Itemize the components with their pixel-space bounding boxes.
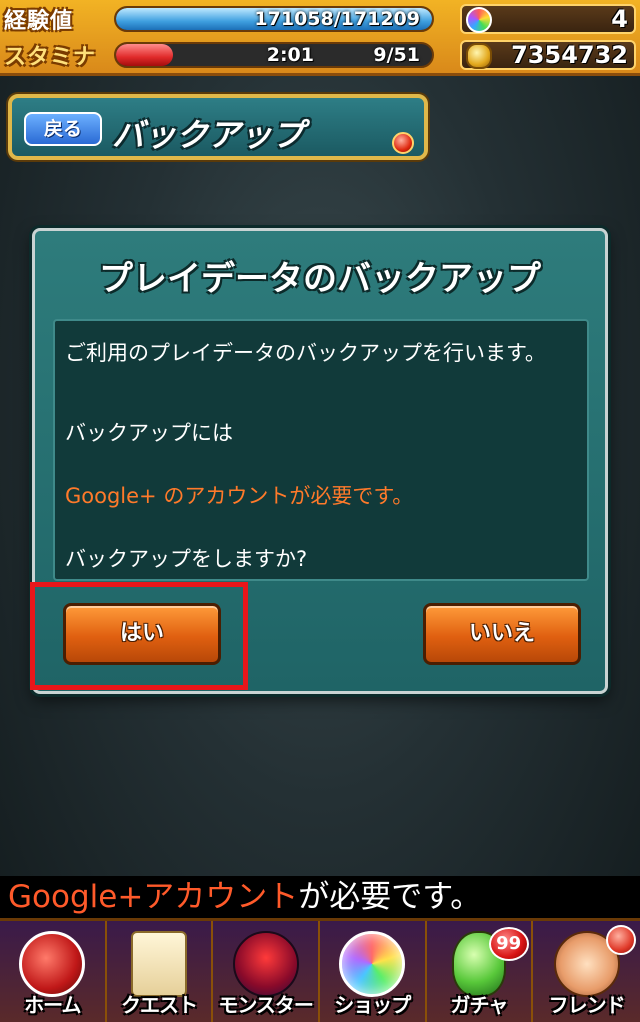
tab-friend[interactable]: フレンド — [533, 921, 640, 1022]
tab-quest[interactable]: クエスト — [106, 921, 214, 1022]
stamina-label: スタミナ — [4, 45, 97, 70]
tab-label: ガチャ — [450, 993, 509, 1017]
status-bar: 経験値 171058/171209 スタミナ 2:01 9/51 4 73547… — [0, 0, 640, 76]
quest-icon — [130, 931, 187, 997]
caption-notice: Google+アカウントが必要です。 — [0, 876, 640, 918]
coin-count: 7354732 — [511, 41, 628, 69]
back-button[interactable]: 戻る — [24, 112, 102, 146]
highlight-box — [30, 582, 248, 690]
message-line: ご利用のプレイデータのバックアップを行います。 — [65, 341, 546, 365]
rainbow-orb-icon — [466, 7, 492, 33]
caption-highlight: Google+アカウント — [8, 879, 299, 915]
shop-icon — [339, 931, 406, 997]
caption-text: が必要です。 — [298, 879, 482, 915]
home-icon — [19, 931, 86, 997]
message-line: バックアップには — [65, 421, 233, 445]
orb-count: 4 — [611, 5, 628, 33]
tab-label: クエスト — [120, 993, 198, 1017]
stamina-bar: 2:01 9/51 — [114, 42, 434, 68]
tab-gacha[interactable]: 99 ガチャ — [426, 921, 534, 1022]
tab-monster[interactable]: モンスター — [213, 921, 320, 1022]
tab-label: フレンド — [548, 993, 626, 1017]
no-button[interactable]: いいえ — [423, 603, 581, 665]
dialog-title: プレイデータのバックアップ — [99, 259, 541, 299]
warning-line: Google+ のアカウントが必要です。 — [65, 484, 414, 508]
exp-bar: 171058/171209 — [114, 6, 434, 32]
page-title: バックアップ — [112, 116, 305, 154]
tab-label: ショップ — [334, 993, 411, 1017]
stamina-value: 9/51 — [373, 44, 420, 66]
stamina-timer: 2:01 — [266, 44, 314, 66]
emblem-icon — [392, 132, 414, 154]
monster-icon — [232, 931, 299, 997]
tab-label: ホーム — [24, 993, 81, 1017]
gacha-badge: 99 — [488, 927, 529, 961]
dialog-message: ご利用のプレイデータのバックアップを行います。 バックアップには Google+… — [53, 319, 589, 581]
notification-icon — [605, 925, 636, 955]
gold-coin-icon — [466, 43, 492, 69]
stamina-bar-fill — [116, 44, 173, 66]
tab-shop[interactable]: ショップ — [319, 921, 427, 1022]
tab-label: モンスター — [218, 993, 314, 1017]
stamina-row: スタミナ 2:01 9/51 — [4, 40, 434, 70]
tab-home[interactable]: ホーム — [0, 921, 107, 1022]
orb-counter[interactable]: 4 — [460, 4, 636, 34]
exp-value: 171058/171209 — [254, 8, 420, 30]
exp-row: 経験値 171058/171209 — [4, 4, 434, 34]
coin-counter: 7354732 — [460, 40, 636, 70]
exp-label: 経験値 — [4, 9, 74, 34]
tab-bar: ホーム クエスト モンスター ショップ 99 ガチャ フレンド — [0, 918, 640, 1022]
screen-header: 戻る バックアップ — [8, 94, 428, 160]
